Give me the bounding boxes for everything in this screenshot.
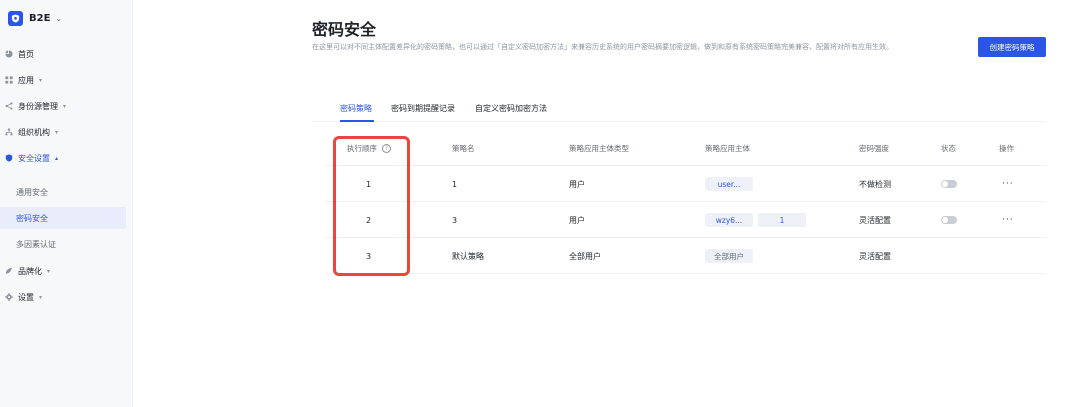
table-row[interactable]: 3 默认策略 全部用户 全部用户 灵活配置 bbox=[325, 238, 1046, 274]
sidebar-item-label: 安全设置 bbox=[18, 153, 50, 163]
sidebar-item-home[interactable]: 首页 bbox=[0, 43, 126, 65]
sidebar-item-label: 首页 bbox=[18, 49, 34, 59]
sidebar: B2E ⌄ 首页 应用 ▾ 身份源管理 ▾ 组织机构 ▾ 安全设置 ▴ 通用安全… bbox=[0, 0, 133, 407]
sidebar-subitem-password-security[interactable]: 密码安全 bbox=[0, 207, 126, 229]
more-actions-icon[interactable]: ··· bbox=[1002, 179, 1014, 189]
subject-tag: 全部用户 bbox=[705, 249, 753, 263]
column-header-name: 策略名 bbox=[452, 143, 475, 153]
cell-subjects: user... bbox=[705, 166, 753, 202]
shield-icon bbox=[4, 153, 14, 163]
chevron-down-icon: ▾ bbox=[39, 293, 43, 301]
table-header-row: 执行顺序 ? 策略名 策略应用主体类型 策略应用主体 密码强度 状态 操作 bbox=[325, 130, 1046, 166]
column-header-strength: 密码强度 bbox=[859, 143, 889, 153]
apps-grid-icon bbox=[4, 75, 14, 85]
cell-policy-name: 3 bbox=[452, 215, 458, 225]
sidebar-subitem-label: 多因素认证 bbox=[16, 239, 56, 249]
more-actions-icon[interactable]: ··· bbox=[1002, 215, 1014, 225]
sidebar-item-label: 应用 bbox=[18, 75, 34, 85]
chevron-down-icon: ⌄ bbox=[55, 13, 63, 23]
sidebar-item-label: 品牌化 bbox=[18, 266, 42, 276]
column-header-subject: 策略应用主体 bbox=[705, 143, 750, 153]
brand-logo-icon bbox=[8, 10, 23, 26]
cell-policy-name: 默认策略 bbox=[452, 251, 484, 261]
gear-icon bbox=[4, 292, 14, 302]
chevron-up-icon: ▴ bbox=[55, 154, 59, 162]
column-header-actions: 操作 bbox=[999, 143, 1014, 153]
subject-tag[interactable]: wzy6... bbox=[705, 213, 753, 227]
tab-active-indicator bbox=[340, 120, 374, 122]
subject-tag[interactable]: user... bbox=[705, 177, 753, 191]
cell-actions: ··· bbox=[1002, 202, 1014, 238]
sidebar-item-apps[interactable]: 应用 ▾ bbox=[0, 69, 126, 91]
sidebar-item-security-settings[interactable]: 安全设置 ▴ bbox=[0, 147, 126, 169]
org-icon bbox=[4, 127, 14, 137]
cell-strength: 灵活配置 bbox=[859, 251, 891, 261]
tab-custom-encryption-method[interactable]: 自定义密码加密方法 bbox=[475, 103, 547, 114]
chevron-down-icon: ▾ bbox=[39, 76, 43, 84]
tab-expiry-reminder-records[interactable]: 密码到期提醒记录 bbox=[391, 103, 455, 114]
cell-actions: ··· bbox=[1002, 166, 1014, 202]
app-root: B2E ⌄ 首页 应用 ▾ 身份源管理 ▾ 组织机构 ▾ 安全设置 ▴ 通用安全… bbox=[0, 0, 1080, 407]
subject-tag[interactable]: 1 bbox=[758, 213, 806, 227]
cell-status bbox=[941, 202, 957, 238]
sidebar-item-label: 设置 bbox=[18, 292, 34, 302]
help-question-icon[interactable]: ? bbox=[382, 143, 391, 153]
cell-subject-type: 全部用户 bbox=[569, 251, 601, 261]
brand-switcher[interactable]: B2E ⌄ bbox=[8, 10, 62, 26]
page-title: 密码安全 bbox=[312, 20, 377, 39]
chevron-down-icon: ▾ bbox=[55, 128, 59, 136]
sidebar-item-label: 组织机构 bbox=[18, 127, 50, 137]
cell-policy-name: 1 bbox=[452, 179, 458, 189]
cell-subject-type: 用户 bbox=[569, 179, 585, 189]
palette-icon bbox=[4, 266, 14, 276]
table-row[interactable]: 2 3 用户 wzy6... 1 灵活配置 ··· bbox=[325, 202, 1046, 238]
pie-chart-icon bbox=[4, 49, 14, 59]
create-password-policy-button[interactable]: 创建密码策略 bbox=[978, 37, 1046, 57]
page-description: 在这里可以对不同主体配置差异化的密码策略，也可以通过「自定义密码加密方法」来兼容… bbox=[312, 43, 893, 51]
column-header-label: 执行顺序 bbox=[347, 143, 377, 153]
cell-order: 1 bbox=[366, 179, 372, 189]
cell-strength: 灵活配置 bbox=[859, 215, 891, 225]
column-header-status: 状态 bbox=[941, 143, 956, 153]
status-toggle[interactable] bbox=[941, 180, 957, 188]
chevron-down-icon: ▾ bbox=[63, 102, 67, 110]
sidebar-subitem-label: 通用安全 bbox=[16, 187, 48, 197]
share-icon bbox=[4, 101, 14, 111]
sidebar-item-organization[interactable]: 组织机构 ▾ bbox=[0, 121, 126, 143]
sidebar-subitem-general-security[interactable]: 通用安全 bbox=[0, 181, 126, 203]
tab-bar: 密码策略 密码到期提醒记录 自定义密码加密方法 bbox=[312, 98, 1046, 122]
cell-subjects: 全部用户 bbox=[705, 238, 753, 274]
table-row[interactable]: 1 1 用户 user... 不做检测 ··· bbox=[325, 166, 1046, 202]
sidebar-subitem-mfa[interactable]: 多因素认证 bbox=[0, 233, 126, 255]
cell-subjects: wzy6... 1 bbox=[705, 202, 806, 238]
chevron-down-icon: ▾ bbox=[47, 267, 51, 275]
sidebar-subitem-label: 密码安全 bbox=[16, 213, 48, 223]
sidebar-item-branding[interactable]: 品牌化 ▾ bbox=[0, 260, 126, 282]
cell-order: 2 bbox=[366, 215, 372, 225]
sidebar-item-label: 身份源管理 bbox=[18, 101, 58, 111]
sidebar-item-settings[interactable]: 设置 ▾ bbox=[0, 286, 126, 308]
column-header-subject-type: 策略应用主体类型 bbox=[569, 143, 629, 153]
tab-password-policy[interactable]: 密码策略 bbox=[340, 103, 372, 114]
status-toggle[interactable] bbox=[941, 216, 957, 224]
cell-status bbox=[941, 166, 957, 202]
cell-order: 3 bbox=[366, 251, 372, 261]
cell-subject-type: 用户 bbox=[569, 215, 585, 225]
sidebar-item-identity-sources[interactable]: 身份源管理 ▾ bbox=[0, 95, 126, 117]
cell-strength: 不做检测 bbox=[859, 179, 891, 189]
column-header-order: 执行顺序 ? bbox=[347, 130, 391, 166]
brand-name: B2E bbox=[29, 12, 51, 24]
